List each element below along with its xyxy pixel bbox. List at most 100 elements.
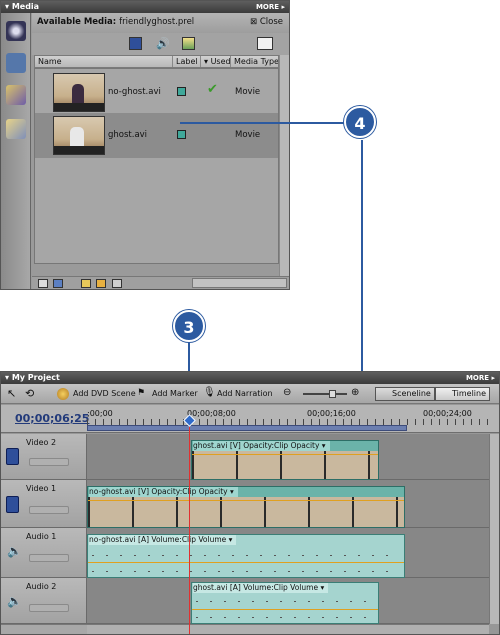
folder-icon[interactable] <box>96 279 106 288</box>
media-name: no-ghost.avi <box>108 87 161 97</box>
track-header-audio-2: 🔈 Audio 2 <box>1 578 87 624</box>
close-label: Close <box>259 17 283 27</box>
track-audio-1[interactable]: no-ghost.avi [A] Volume:Clip Volume ▾ <box>87 528 489 578</box>
used-check-icon: ✔ <box>207 82 218 97</box>
new-item-icon[interactable] <box>257 37 273 50</box>
media-row-ghost[interactable]: ghost.avi Movie <box>35 113 278 158</box>
col-used-label: Used <box>210 57 231 66</box>
media-sidebar <box>1 13 31 289</box>
add-narration-button[interactable]: Add Narration <box>217 389 273 398</box>
clip-ghost-video[interactable]: ghost.avi [V] Opacity:Clip Opacity ▾ <box>191 440 379 480</box>
clip-title: no-ghost.avi [V] Opacity:Clip Opacity ▾ <box>89 487 238 497</box>
timeline-vertical-scrollbar[interactable] <box>489 434 499 624</box>
media-horizontal-scrollbar[interactable] <box>192 278 287 288</box>
media-more-button[interactable]: MORE ▸ <box>256 1 285 13</box>
media-column-header: Name Label ▾ Used Media Type <box>34 55 279 68</box>
track-keyframe-controls[interactable] <box>29 506 69 514</box>
opacity-line[interactable] <box>192 454 378 455</box>
clip-ghost-audio[interactable]: ghost.avi [A] Volume:Clip Volume ▾ <box>191 582 379 624</box>
col-label[interactable]: Label <box>173 56 201 67</box>
titles-icon[interactable] <box>6 119 26 139</box>
list-view-icon[interactable] <box>38 279 48 288</box>
add-dvd-scene-icon[interactable] <box>57 388 69 400</box>
label-color-swatch <box>177 87 186 96</box>
effects-icon[interactable] <box>6 85 26 105</box>
waveform <box>92 555 400 556</box>
track-header-footer <box>1 624 87 634</box>
track-header-video-1: Video 1 <box>1 480 87 528</box>
undo-tool-icon[interactable]: ⟲ <box>25 387 37 400</box>
track-video-2[interactable]: ghost.avi [V] Opacity:Clip Opacity ▾ <box>87 434 489 480</box>
work-area-bar[interactable] <box>87 425 407 431</box>
available-media-text: Available Media: <box>37 17 117 27</box>
media-title-text: Media <box>11 2 40 11</box>
track-audio-2[interactable]: ghost.avi [A] Volume:Clip Volume ▾ <box>87 578 489 624</box>
timeline-ruler[interactable]: 00;00;06;25 ;00;00 00;00;08;00 00;00;16;… <box>1 405 499 433</box>
col-used[interactable]: ▾ Used <box>201 56 231 67</box>
opacity-line[interactable] <box>88 500 404 501</box>
media-list: no-ghost.avi ✔ Movie ghost.avi Movie <box>34 68 279 264</box>
close-button[interactable]: ⊠ Close <box>250 17 283 27</box>
media-bottom-bar <box>32 276 289 289</box>
get-media-icon[interactable] <box>81 279 91 288</box>
icon-view-icon[interactable] <box>53 279 63 288</box>
zoom-out-icon[interactable]: ⊖ <box>283 387 295 399</box>
sceneline-label: Sceneline <box>392 389 431 398</box>
select-tool-icon[interactable]: ↖ <box>7 387 19 400</box>
col-media-type[interactable]: Media Type <box>231 56 278 67</box>
waveform <box>196 617 374 618</box>
image-filter-icon[interactable] <box>182 37 195 50</box>
audio-filter-icon[interactable]: 🔊 <box>156 37 170 50</box>
ruler-label: 00;00;16;00 <box>307 409 356 418</box>
timeline-toggle[interactable]: Timeline <box>435 387 491 401</box>
volume-line[interactable] <box>192 609 378 610</box>
current-time-indicator[interactable] <box>189 422 190 634</box>
microphone-icon[interactable]: 🎙 <box>203 387 216 399</box>
volume-line[interactable] <box>88 562 404 563</box>
media-icon[interactable] <box>6 53 26 73</box>
clip-title: ghost.avi [A] Volume:Clip Volume ▾ <box>193 583 329 593</box>
sceneline-toggle[interactable]: Sceneline <box>375 387 435 401</box>
project-more-label: MORE <box>465 374 490 382</box>
zoom-slider[interactable] <box>303 393 347 395</box>
callout-3: 3 <box>173 310 205 342</box>
track-keyframe-controls[interactable] <box>29 604 69 612</box>
add-marker-icon[interactable]: ⚑ <box>137 388 149 400</box>
clip-title: ghost.avi [V] Opacity:Clip Opacity ▾ <box>193 441 330 451</box>
waveform <box>92 571 400 572</box>
media-panel-title: ▾ Media <box>1 1 289 13</box>
timecode-display[interactable]: 00;00;06;25 <box>15 412 89 425</box>
trash-icon[interactable] <box>112 279 122 288</box>
timeline-horizontal-scrollbar[interactable] <box>87 624 489 634</box>
add-marker-button[interactable]: Add Marker <box>152 389 198 398</box>
track-header-video-2: Video 2 <box>1 434 87 480</box>
track-name: Video 2 <box>26 438 57 447</box>
track-name: Video 1 <box>26 484 57 493</box>
track-video-1[interactable]: no-ghost.avi [V] Opacity:Clip Opacity ▾ <box>87 480 489 528</box>
media-type: Movie <box>235 130 261 140</box>
track-keyframe-controls[interactable] <box>29 554 69 562</box>
zoom-slider-thumb[interactable] <box>329 390 336 398</box>
speaker-icon[interactable]: 🔈 <box>7 544 22 558</box>
waveform <box>196 601 374 602</box>
label-color-swatch <box>177 130 186 139</box>
video-filter-icon[interactable] <box>129 37 142 50</box>
clip-no-ghost-audio[interactable]: no-ghost.avi [A] Volume:Clip Volume ▾ <box>87 534 405 578</box>
video-track-icon[interactable] <box>6 496 19 513</box>
video-track-icon[interactable] <box>6 448 19 465</box>
project-more-button[interactable]: MORE ▸ <box>466 372 495 384</box>
clip-no-ghost-video[interactable]: no-ghost.avi [V] Opacity:Clip Opacity ▾ <box>87 486 405 528</box>
col-name[interactable]: Name <box>35 56 173 67</box>
media-type: Movie <box>235 87 261 97</box>
media-more-label: MORE <box>255 3 280 11</box>
speaker-icon[interactable]: 🔈 <box>7 594 22 608</box>
clip-frames <box>88 497 404 527</box>
organize-icon[interactable] <box>6 21 26 41</box>
ruler-label: ;00;00 <box>87 409 113 418</box>
media-row-no-ghost[interactable]: no-ghost.avi ✔ Movie <box>35 70 278 115</box>
media-vertical-scrollbar[interactable] <box>279 55 289 277</box>
add-dvd-scene-button[interactable]: Add DVD Scene <box>73 389 136 398</box>
zoom-in-icon[interactable]: ⊕ <box>351 387 363 399</box>
track-keyframe-controls[interactable] <box>29 458 69 466</box>
timeline-label: Timeline <box>452 389 487 398</box>
